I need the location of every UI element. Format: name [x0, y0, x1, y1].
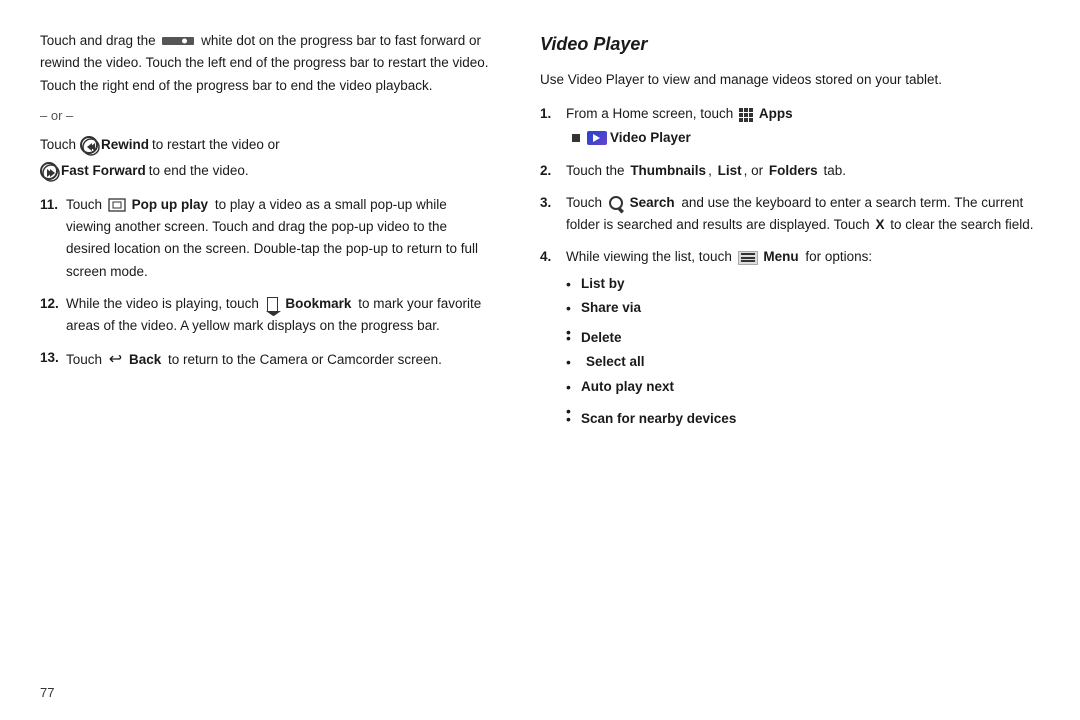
comma2: , or — [744, 163, 764, 178]
right-item-2-content: Touch the Thumbnails, List, or Folders t… — [566, 160, 1040, 182]
right-item-1-num: 1. — [540, 103, 562, 150]
item-13-label: Back — [129, 352, 161, 367]
touch-rewind-line: Touch Rewind to restart the video or — [40, 134, 490, 156]
touch-label: Touch — [40, 134, 76, 156]
item-13-num: 13. — [40, 347, 62, 373]
x-label: X — [875, 217, 884, 232]
right-item-3-end: to clear the search field. — [890, 217, 1033, 232]
comma1: , — [708, 163, 712, 178]
apps-label: Apps — [759, 106, 793, 121]
bullet-list-by: List by — [566, 274, 1040, 294]
right-item-2-num: 2. — [540, 160, 562, 182]
right-item-4-num: 4. — [540, 246, 562, 433]
ff-suffix: to end the video. — [149, 160, 249, 182]
scan-label: Scan for nearby devices — [581, 411, 736, 426]
popup-play-icon — [108, 198, 126, 212]
list-by-label: List by — [581, 276, 625, 291]
select-all-item: Select all — [566, 352, 1040, 372]
thumbnails-label: Thumbnails — [630, 163, 706, 178]
search-label: Search — [630, 195, 675, 210]
right-item-1: 1. From a Home screen, touch Apps — [540, 103, 1040, 150]
left-column: Touch and drag the white dot on the prog… — [40, 30, 520, 690]
right-item-4-content: While viewing the list, touch Menu for o… — [566, 246, 1040, 433]
list-item-13: 13. Touch ↩ Back to return to the Camera… — [40, 347, 490, 373]
search-icon — [609, 196, 623, 210]
ff-line: Fast Forward to end the video. — [40, 160, 490, 182]
menu-label: Menu — [763, 249, 798, 264]
rewind-label: Rewind — [101, 134, 149, 156]
right-item-2: 2. Touch the Thumbnails, List, or Folder… — [540, 160, 1040, 182]
left-intro-block: Touch and drag the white dot on the prog… — [40, 30, 490, 182]
ff-label: Fast Forward — [61, 160, 146, 182]
item-13-after: to return to the Camera or Camcorder scr… — [168, 352, 442, 367]
bullet-share-via: Share via — [566, 298, 1040, 318]
right-item-3-before: Touch — [566, 195, 602, 210]
right-item-4-before: While viewing the list, touch — [566, 249, 732, 264]
item-11-before: Touch — [66, 197, 102, 212]
item-13-content: Touch ↩ Back to return to the Camera or … — [66, 347, 490, 373]
item-12-before: While the video is playing, touch — [66, 296, 259, 311]
item-11-num: 11. — [40, 194, 62, 283]
video-player-label: Video Player — [610, 127, 691, 149]
or-divider: – or – — [40, 105, 490, 126]
list-label: List — [718, 163, 742, 178]
item-12-label: Bookmark — [285, 296, 351, 311]
right-item-3-content: Touch Search and use the keyboard to ent… — [566, 192, 1040, 237]
select-all-label: Select all — [586, 354, 645, 369]
bookmark-icon — [267, 297, 278, 311]
options-list: List by Share via Delete Select all — [566, 274, 1040, 430]
progress-bar-icon — [162, 37, 194, 45]
list-item-11: 11. Touch Pop up play to play a video as… — [40, 194, 490, 283]
right-item-3-num: 3. — [540, 192, 562, 237]
rewind-icon — [80, 136, 98, 154]
bullet-auto-play: Auto play next — [566, 377, 1040, 397]
item-11-content: Touch Pop up play to play a video as a s… — [66, 194, 490, 283]
back-icon: ↩ — [109, 347, 122, 373]
item-11-label: Pop up play — [132, 197, 209, 212]
right-item-3: 3. Touch Search and use the keyboard to … — [540, 192, 1040, 237]
page-container: Touch and drag the white dot on the prog… — [0, 0, 1080, 720]
right-intro: Use Video Player to view and manage vide… — [540, 69, 1040, 91]
right-item-1-text: From a Home screen, touch — [566, 106, 733, 121]
right-item-4-after: for options: — [805, 249, 872, 264]
page-number: 77 — [40, 685, 54, 700]
section-title: Video Player — [540, 30, 1040, 59]
video-player-app-icon — [587, 131, 607, 145]
right-item-2-before: Touch the — [566, 163, 625, 178]
bullet-delete: Delete — [566, 328, 1040, 348]
bullet-spacer2 — [566, 401, 1040, 409]
list-item-12: 12. While the video is playing, touch Bo… — [40, 293, 490, 338]
left-list: 11. Touch Pop up play to play a video as… — [40, 194, 490, 374]
menu-icon — [738, 251, 758, 265]
square-bullet — [572, 134, 580, 142]
delete-label: Delete — [581, 330, 622, 345]
item-13-before: Touch — [66, 352, 102, 367]
right-item-1-content: From a Home screen, touch Apps Video Pla… — [566, 103, 1040, 150]
apps-grid-icon — [739, 108, 753, 122]
item-12-num: 12. — [40, 293, 62, 338]
item-12-content: While the video is playing, touch Bookma… — [66, 293, 490, 338]
auto-play-label: Auto play next — [581, 379, 674, 394]
folders-label: Folders — [769, 163, 818, 178]
fast-forward-icon — [40, 162, 58, 180]
rewind-suffix: to restart the video or — [152, 134, 280, 156]
intro-text: Touch and drag the — [40, 33, 156, 48]
right-item-2-after: tab. — [823, 163, 846, 178]
right-item-4: 4. While viewing the list, touch Menu fo… — [540, 246, 1040, 433]
right-column: Video Player Use Video Player to view an… — [520, 30, 1040, 690]
item-11-after: to play a video as a small pop-up while … — [66, 197, 478, 279]
share-via-label: Share via — [581, 300, 641, 315]
right-list: 1. From a Home screen, touch Apps — [540, 103, 1040, 433]
bullet-scan: Scan for nearby devices — [566, 409, 1040, 429]
